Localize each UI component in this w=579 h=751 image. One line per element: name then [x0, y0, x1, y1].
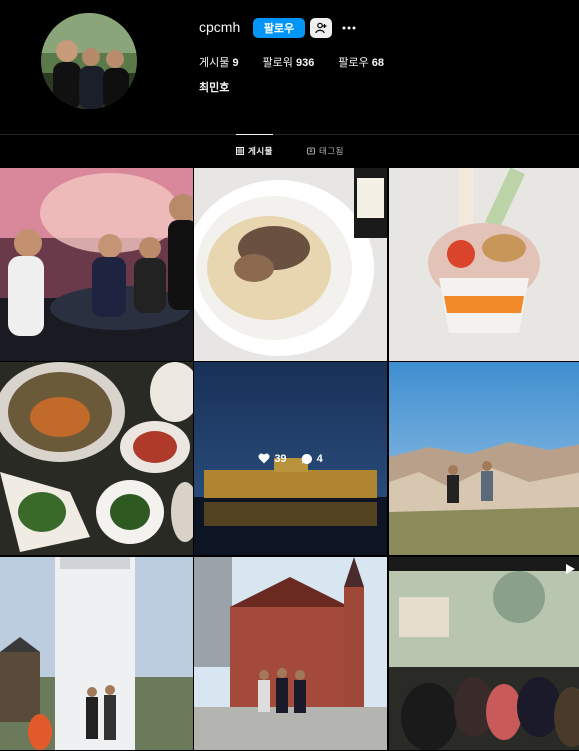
stat-followers[interactable]: 팔로워 936 [263, 54, 315, 70]
post-thumbnail[interactable] [389, 362, 579, 555]
post-thumbnail[interactable]: 39 4 [194, 362, 387, 555]
post-hover-overlay: 39 4 [194, 362, 387, 555]
profile-header: cpcmh 팔로우 게시물 9 팔로워 936 팔로우 68 최민호 [0, 0, 579, 134]
more-options-button[interactable] [340, 18, 358, 38]
like-count: 39 [258, 452, 287, 465]
avatar[interactable] [41, 13, 137, 109]
full-name: 최민호 [199, 82, 230, 94]
follow-button[interactable]: 팔로우 [253, 18, 305, 38]
comment-count-value: 4 [316, 452, 323, 465]
tab-tagged[interactable]: 태그됨 [307, 135, 344, 167]
post-thumbnail[interactable] [0, 168, 193, 361]
profile-tabs: 게시물 태그됨 [0, 134, 579, 167]
username: cpcmh [199, 19, 241, 35]
post-thumbnail[interactable] [0, 557, 193, 750]
comment-icon [301, 453, 312, 464]
grid-icon [236, 147, 244, 155]
like-count-value: 39 [274, 452, 287, 465]
stat-label: 팔로우 [338, 57, 369, 69]
tab-label: 게시물 [248, 146, 273, 156]
tag-icon [307, 147, 315, 155]
stat-value: 68 [371, 57, 385, 69]
tab-label: 태그됨 [319, 146, 344, 156]
stat-label: 게시물 [199, 57, 230, 69]
post-thumbnail[interactable] [194, 557, 387, 750]
post-thumbnail[interactable] [389, 557, 579, 750]
post-thumbnail[interactable] [389, 168, 579, 361]
person-plus-icon [315, 22, 327, 34]
suggest-accounts-button[interactable] [310, 18, 332, 38]
tab-posts[interactable]: 게시물 [236, 134, 273, 167]
stat-value: 936 [296, 57, 315, 69]
stat-following[interactable]: 팔로우 68 [338, 54, 384, 70]
profile-stats: 게시물 9 팔로워 936 팔로우 68 [199, 54, 384, 70]
heart-icon [258, 453, 270, 464]
post-thumbnail[interactable] [0, 362, 193, 555]
more-horizontal-icon [342, 26, 356, 30]
stat-label: 팔로워 [262, 57, 293, 69]
post-thumbnail[interactable] [194, 168, 387, 361]
reel-icon [565, 563, 576, 575]
comment-count: 4 [301, 453, 323, 465]
stat-posts: 게시물 9 [199, 54, 239, 70]
stat-value: 9 [232, 57, 239, 69]
